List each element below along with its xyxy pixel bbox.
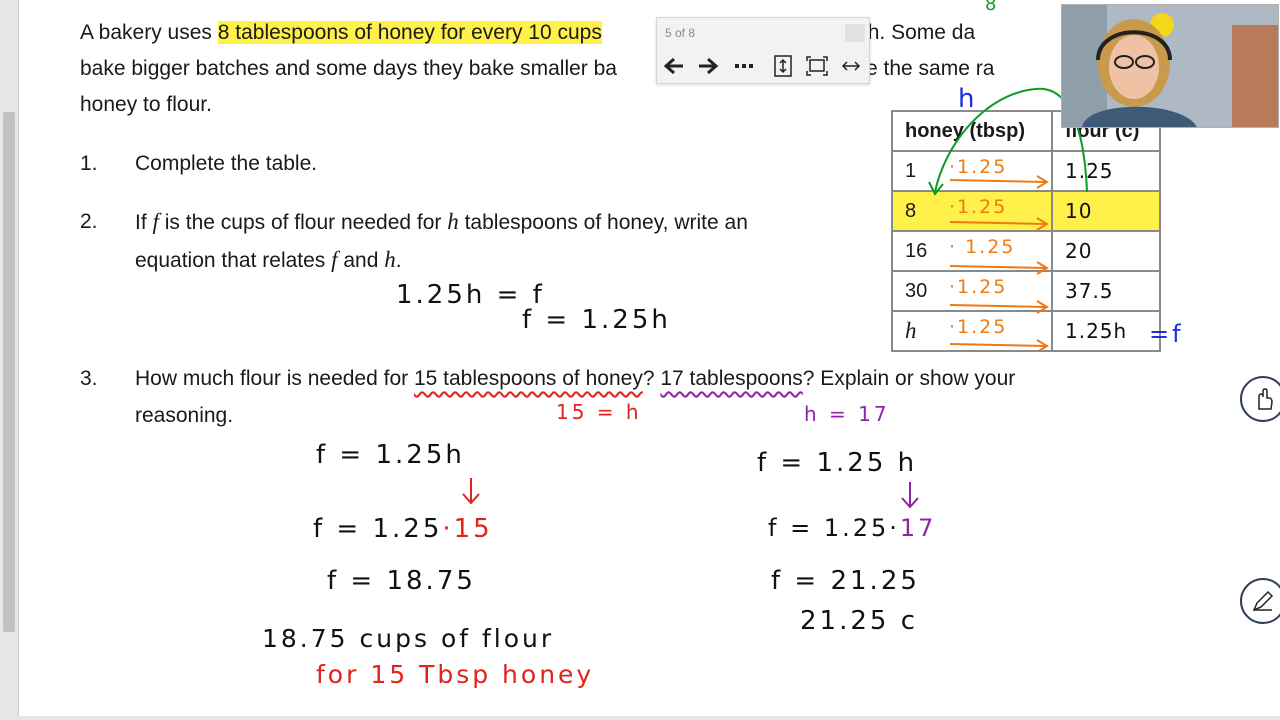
pdf-viewer-toolbar: 5 of 8 — [656, 17, 870, 84]
left-work-equation-2: f = 1.25·15 — [313, 514, 493, 544]
fit-width-button[interactable] — [838, 54, 864, 78]
more-options-button[interactable] — [733, 54, 759, 78]
next-page-button[interactable] — [695, 54, 721, 78]
equals-f-annotation: =f — [1149, 320, 1184, 348]
pen-tool-button[interactable] — [1240, 578, 1280, 624]
arrow-right-icon — [699, 57, 719, 75]
right-answer: 21.25 c — [800, 606, 918, 636]
page-fit-icon — [774, 55, 792, 77]
more-dots-icon — [735, 64, 753, 68]
question-1-text: Complete the table. — [135, 152, 318, 175]
question-2-number: 2. — [80, 210, 98, 233]
question-2-text: If f is the cups of flour needed for h t… — [135, 209, 748, 272]
intro-text: A bakery uses — [80, 21, 218, 44]
page-fit-button[interactable] — [770, 54, 796, 78]
left-answer-line2: for 15 Tbsp honey — [316, 660, 595, 689]
right-work-equation-2: f = 1.25·17 — [768, 514, 937, 542]
highlighted-ratio: 8 tablespoons of honey for every 10 cups — [217, 21, 602, 44]
left-work-equation-1: f = 1.25h — [316, 440, 465, 470]
scrollbar-thumb[interactable] — [3, 112, 15, 632]
arrow-left-icon — [663, 57, 683, 75]
pointer-tool-button[interactable] — [1240, 376, 1280, 422]
left-answer-line1: 18.75 cups of flour — [262, 624, 555, 653]
right-work-equation-1: f = 1.25 h — [757, 448, 918, 478]
left-work-equation-3: f = 18.75 — [327, 566, 476, 596]
previous-page-button[interactable] — [661, 54, 687, 78]
underlined-17-tbsp: 17 tablespoons — [660, 367, 803, 390]
annotation-h-equals-17: h = 17 — [804, 402, 890, 426]
pen-icon — [1252, 590, 1274, 612]
down-arrow-icon — [462, 478, 480, 505]
intro-text: bake bigger batches and some days they b… — [80, 57, 617, 80]
question-1-number: 1. — [80, 152, 98, 175]
page-indicator: 5 of 8 — [665, 26, 696, 40]
handwritten-equation-2: f = 1.25h — [522, 305, 671, 335]
presenter-video-image — [1062, 5, 1278, 127]
down-arrow-icon — [901, 482, 919, 509]
webcam-video — [1061, 4, 1279, 128]
hand-pointer-icon — [1258, 388, 1273, 410]
right-work-equation-3: f = 21.25 — [771, 566, 920, 596]
top-annotation: 8 — [985, 0, 1000, 15]
fullscreen-button[interactable] — [804, 54, 830, 78]
flour-cell: 1.25h — [1051, 310, 1161, 352]
fullscreen-icon — [806, 56, 828, 76]
toolbar-close-button[interactable] — [845, 24, 865, 42]
problem-intro-line3: honey to flour. — [80, 93, 212, 116]
annotation-15-equals-h: 15 = h — [556, 400, 642, 424]
vertical-scrollbar[interactable] — [0, 0, 19, 720]
question-3-number: 3. — [80, 367, 98, 390]
fit-width-icon — [841, 61, 861, 71]
underlined-15-tbsp: 15 tablespoons of honey — [413, 367, 643, 390]
page-bottom-edge — [0, 716, 1280, 720]
flour-cell: 37.5 — [1051, 270, 1161, 312]
flour-cell: 20 — [1051, 230, 1161, 272]
